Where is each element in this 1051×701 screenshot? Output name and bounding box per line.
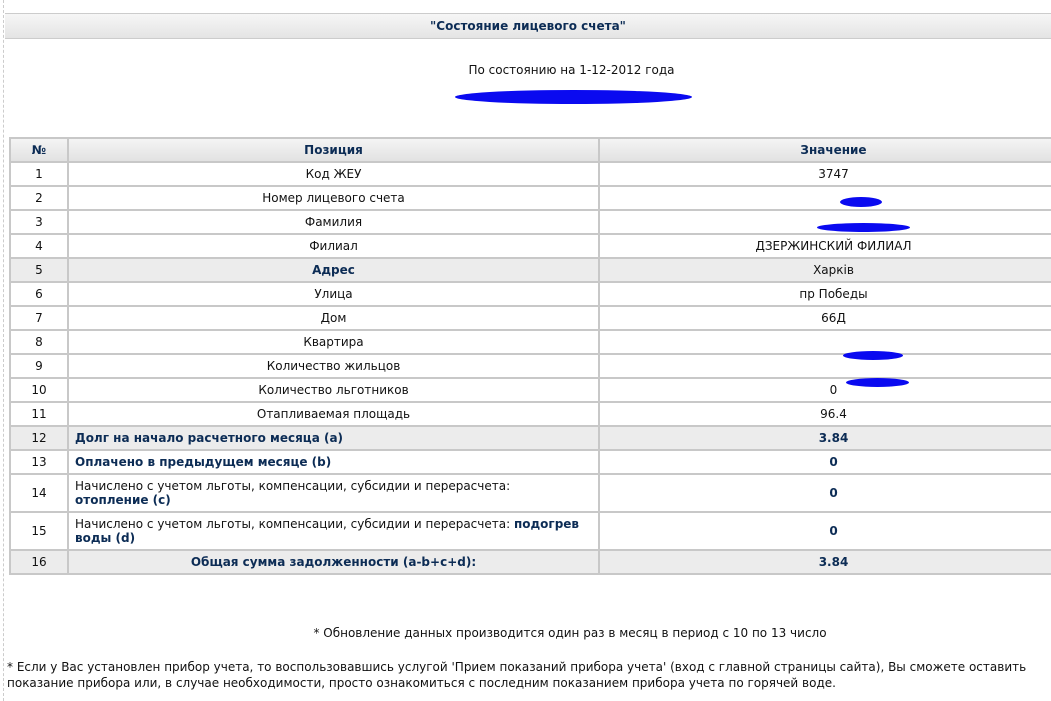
table-row: 14 Начислено с учетом льготы, компенсации… xyxy=(9,473,1051,513)
row-value: Харків xyxy=(598,257,1051,283)
row-value: ДЗЕРЖИНСКИЙ ФИЛИАЛ xyxy=(598,233,1051,259)
row-value xyxy=(598,209,1051,235)
redacted-apartment xyxy=(843,351,903,360)
row-value xyxy=(598,329,1051,355)
table-row: 11 Отапливаемая площадь 96.4 xyxy=(9,401,1051,427)
label-text: Дом xyxy=(320,311,347,325)
table-row: 5 Адрес Харків xyxy=(9,257,1051,283)
row-label: Код ЖЕУ xyxy=(67,161,600,187)
row-label: Общая сумма задолженности (a-b+c+d): xyxy=(67,549,600,575)
redacted-surname xyxy=(817,223,910,232)
row-label: Отапливаемая площадь xyxy=(67,401,600,427)
row-value: 3.84 xyxy=(598,549,1051,575)
label-text: Количество льготников xyxy=(258,383,409,397)
row-label: Филиал xyxy=(67,233,600,259)
table-row: 15 Начислено с учетом льготы, компенсации… xyxy=(9,511,1051,551)
row-num: 15 xyxy=(9,511,69,551)
label-text: Филиал xyxy=(309,239,358,253)
label-text: Долг на начало расчетного месяца (a) xyxy=(75,431,344,445)
label-text: Квартира xyxy=(303,335,364,349)
redacted-name xyxy=(455,90,692,104)
row-value: 96.4 xyxy=(598,401,1051,427)
row-value: 0 xyxy=(598,511,1051,551)
row-num: 10 xyxy=(9,377,69,403)
row-value: 0 xyxy=(598,473,1051,513)
label-text: Номер лицевого счета xyxy=(262,191,405,205)
as-of-date: По состоянию на 1-12-2012 года xyxy=(468,63,675,77)
label-text: Код ЖЕУ xyxy=(305,167,362,181)
redacted-residents xyxy=(846,378,909,387)
page-border xyxy=(3,0,4,701)
row-num: 16 xyxy=(9,549,69,575)
label-text: Оплачено в предыдущем месяце (b) xyxy=(75,455,332,469)
label-text: Фамилия xyxy=(304,215,363,229)
row-value: 0 xyxy=(598,377,1051,403)
label-text: Отапливаемая площадь xyxy=(256,407,411,421)
row-label: Адрес xyxy=(67,257,600,283)
row-value xyxy=(598,353,1051,379)
row-label: Количество жильцов xyxy=(67,353,600,379)
row-label: Количество льготников xyxy=(67,377,600,403)
row-num: 7 xyxy=(9,305,69,331)
row-value: 0 xyxy=(598,449,1051,475)
row-label: Улица xyxy=(67,281,600,307)
label-text: Количество жильцов xyxy=(266,359,401,373)
update-note: * Обновление данных производится один ра… xyxy=(313,626,827,640)
row-num: 4 xyxy=(9,233,69,259)
row-label: Фамилия xyxy=(67,209,600,235)
table-row: 6 Улица пр Победы xyxy=(9,281,1051,307)
table-row: 1 Код ЖЕУ 3747 xyxy=(9,161,1051,187)
table-row: 7 Дом 66Д xyxy=(9,305,1051,331)
row-num: 3 xyxy=(9,209,69,235)
table-header: № Позиция Значение xyxy=(9,137,1051,163)
row-num: 2 xyxy=(9,185,69,211)
meter-note: * Если у Вас установлен прибор учета, то… xyxy=(7,660,1027,690)
label-text: Начислено с учетом льготы, компенсации, … xyxy=(75,479,511,493)
page-title: "Состояние лицевого счета" xyxy=(5,13,1051,39)
table-row: 4 Филиал ДЗЕРЖИНСКИЙ ФИЛИАЛ xyxy=(9,233,1051,259)
row-value: 3.84 xyxy=(598,425,1051,451)
row-label: Номер лицевого счета xyxy=(67,185,600,211)
row-num: 11 xyxy=(9,401,69,427)
table-row: 12 Долг на начало расчетного месяца (a) 3.… xyxy=(9,425,1051,451)
row-value xyxy=(598,185,1051,211)
label-text: Адрес xyxy=(312,263,355,277)
row-label: Дом xyxy=(67,305,600,331)
table-row: 2 Номер лицевого счета xyxy=(9,185,1051,211)
row-num: 1 xyxy=(9,161,69,187)
row-value: 3747 xyxy=(598,161,1051,187)
header-value: Значение xyxy=(598,137,1051,163)
table-row: 8 Квартира xyxy=(9,329,1051,355)
redacted-account xyxy=(840,197,882,207)
label-bold: отопление (c) xyxy=(75,493,171,507)
row-value: 66Д xyxy=(598,305,1051,331)
table-row: 13 Оплачено в предыдущем месяце (b) 0 xyxy=(9,449,1051,475)
label-text: Улица xyxy=(314,287,353,301)
row-label: Начислено с учетом льготы, компенсации, … xyxy=(67,511,600,551)
header-position: Позиция xyxy=(67,137,600,163)
row-label: Начислено с учетом льготы, компенсации, … xyxy=(67,473,600,513)
row-label: Квартира xyxy=(67,329,600,355)
header-num: № xyxy=(9,137,69,163)
row-num: 5 xyxy=(9,257,69,283)
row-label: Долг на начало расчетного месяца (a) xyxy=(67,425,600,451)
row-num: 14 xyxy=(9,473,69,513)
row-num: 13 xyxy=(9,449,69,475)
row-value: пр Победы xyxy=(598,281,1051,307)
row-num: 12 xyxy=(9,425,69,451)
row-num: 9 xyxy=(9,353,69,379)
row-label: Оплачено в предыдущем месяце (b) xyxy=(67,449,600,475)
row-num: 6 xyxy=(9,281,69,307)
label-text: Общая сумма задолженности (a-b+c+d): xyxy=(190,555,477,569)
label-text: Начислено с учетом льготы, компенсации, … xyxy=(75,517,511,531)
table-row: 16 Общая сумма задолженности (a-b+c+d): 3.… xyxy=(9,549,1051,575)
row-num: 8 xyxy=(9,329,69,355)
